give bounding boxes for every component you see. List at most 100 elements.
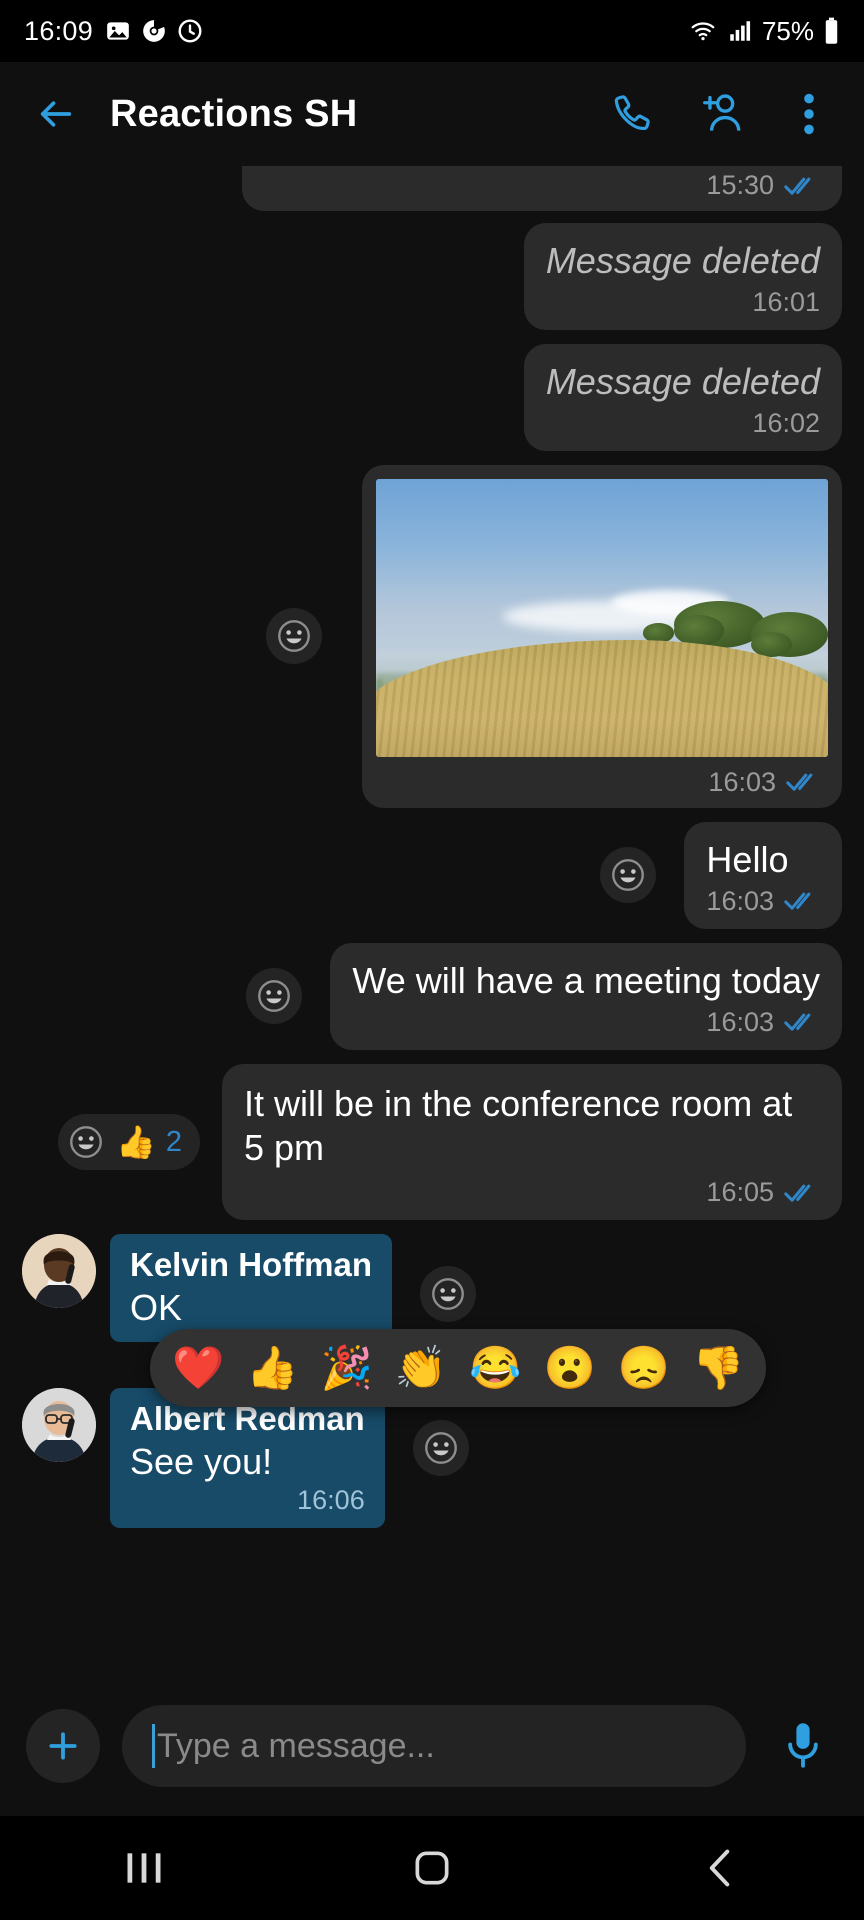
message-time: 16:01	[752, 286, 820, 317]
add-reaction-button[interactable]	[412, 1419, 469, 1476]
emoji-option-heart[interactable]: ❤️	[172, 1347, 224, 1389]
emoji-option-joy[interactable]: 😂	[469, 1347, 521, 1389]
smiley-icon	[424, 1431, 457, 1464]
gallery-icon	[107, 22, 129, 40]
message-row[interactable]: We will have a meeting today 16:03	[22, 942, 842, 1050]
message-row[interactable]: Message deleted 16:01	[22, 223, 842, 330]
double-check-icon	[784, 892, 811, 910]
app-bar: Reactions SH	[0, 62, 864, 166]
emoji-option-clap[interactable]: 👏	[395, 1347, 447, 1389]
back-button[interactable]	[660, 1828, 780, 1908]
status-bar: 16:09 75%	[0, 0, 864, 62]
message-meta: 16:01	[546, 287, 820, 318]
chrome-icon	[143, 20, 165, 42]
message-row[interactable]: Message deleted 16:02	[22, 343, 842, 451]
signal-icon	[730, 21, 751, 41]
emoji-option-party[interactable]: 🎉	[321, 1347, 373, 1389]
add-reaction-button[interactable]	[266, 608, 322, 665]
message-image[interactable]	[376, 478, 828, 757]
double-check-icon	[784, 177, 811, 195]
reaction-count: 2	[165, 1125, 182, 1158]
message-meta: 16:05	[244, 1177, 820, 1208]
voice-record-button[interactable]	[768, 1711, 838, 1781]
add-reaction-button[interactable]	[58, 1114, 114, 1170]
battery-icon	[825, 17, 838, 44]
message-time: 15:30	[706, 170, 774, 200]
app-bar-actions	[606, 87, 842, 141]
overflow-menu-button[interactable]	[782, 87, 836, 141]
message-row-incoming[interactable]: Kelvin Hoffman OK	[22, 1234, 842, 1342]
avatar[interactable]	[22, 1234, 96, 1309]
avatar-image	[22, 1387, 96, 1462]
page-title: Reactions SH	[110, 92, 358, 135]
message-row[interactable]: Hello 16:03	[22, 821, 842, 929]
message-bubble[interactable]: Hello 16:03	[684, 821, 842, 929]
message-list[interactable]: 15:30 Message deleted 16:01 Message dele…	[0, 166, 864, 1676]
call-button[interactable]	[606, 87, 660, 141]
emoji-option-surprise[interactable]: 😮	[543, 1347, 595, 1389]
read-receipt-icon	[786, 770, 822, 794]
message-bubble-deleted[interactable]: Message deleted 16:01	[523, 223, 842, 330]
message-text: Message deleted	[545, 360, 820, 402]
message-bubble-incoming[interactable]: Albert Redman See you! 16:06	[110, 1387, 385, 1528]
system-navigation-bar	[0, 1816, 864, 1920]
message-bubble-image[interactable]: 16:03	[362, 464, 842, 808]
reaction-emoji: 👍	[116, 1124, 156, 1161]
emoji-option-thumbs-down[interactable]: 👎	[692, 1347, 744, 1389]
smiley-icon	[612, 859, 645, 892]
message-meta: 16:06	[130, 1485, 365, 1516]
status-bar-clock: 16:09	[24, 15, 94, 46]
status-bar-right: 75%	[688, 16, 840, 47]
emoji-option-sad[interactable]: 😞	[618, 1347, 670, 1389]
double-check-icon	[784, 1184, 811, 1202]
message-input-placeholder: Type a message...	[157, 1726, 435, 1765]
back-button[interactable]	[28, 86, 84, 142]
microphone-icon	[788, 1723, 818, 1768]
recents-button[interactable]	[84, 1828, 204, 1908]
smiley-icon	[278, 620, 310, 653]
message-bubble-deleted[interactable]: Message deleted 16:02	[523, 343, 842, 451]
message-bubble[interactable]: We will have a meeting today 16:03	[330, 942, 842, 1050]
read-receipt-icon	[784, 1010, 820, 1034]
smiley-icon	[432, 1278, 464, 1311]
smiley-icon	[258, 980, 291, 1013]
home-button[interactable]	[372, 1828, 492, 1908]
emoji-option-thumbs-up[interactable]: 👍	[246, 1347, 298, 1389]
message-bubble[interactable]: It will be in the conference room at 5 p…	[222, 1063, 842, 1221]
smiley-icon	[70, 1126, 102, 1158]
message-row[interactable]: 15:30	[22, 166, 842, 211]
message-input[interactable]: Type a message...	[122, 1705, 746, 1787]
message-bubble-incoming[interactable]: Kelvin Hoffman OK	[110, 1234, 393, 1342]
phone-screen: 16:09 75% Reactions SH 15:30 Message del…	[0, 0, 864, 1920]
message-row-reacted[interactable]: 👍 2 It will be in the conference room at…	[22, 1063, 842, 1221]
wifi-icon	[691, 22, 715, 41]
message-row-image[interactable]: 16:03	[22, 464, 842, 808]
add-reaction-button[interactable]	[420, 1266, 477, 1323]
battery-percent-label: 75%	[761, 15, 814, 46]
message-meta: 16:03	[706, 886, 820, 917]
message-time: 16:03	[706, 1006, 774, 1037]
attach-button[interactable]	[26, 1709, 100, 1783]
back-arrow-icon	[40, 101, 72, 127]
add-reaction-button[interactable]	[246, 968, 303, 1025]
emoji-reaction-picker[interactable]: ❤️ 👍 🎉 👏 😂 😮 😞 👎	[150, 1329, 767, 1407]
reaction-badge[interactable]: 👍 2	[58, 1114, 200, 1171]
home-icon	[415, 1851, 449, 1885]
message-composer: Type a message...	[0, 1676, 864, 1816]
add-person-button[interactable]	[694, 87, 748, 141]
message-sender-name: Kelvin Hoffman	[130, 1246, 373, 1284]
message-bubble-partial[interactable]: 15:30	[242, 166, 842, 211]
message-text: See you!	[130, 1440, 273, 1482]
status-bar-notification-icons	[105, 18, 203, 44]
message-text: It will be in the conference room at 5 p…	[244, 1082, 793, 1168]
add-person-icon	[703, 94, 741, 131]
plus-icon	[49, 1732, 77, 1760]
message-time: 16:03	[708, 766, 776, 797]
message-row-incoming[interactable]: Albert Redman See you! 16:06	[22, 1387, 842, 1528]
message-time: 16:03	[706, 885, 774, 916]
message-meta: 16:03	[352, 1007, 820, 1038]
message-meta: 16:03	[376, 767, 828, 798]
avatar[interactable]	[22, 1387, 96, 1462]
add-reaction-button[interactable]	[600, 847, 657, 904]
clock-icon	[178, 19, 202, 43]
